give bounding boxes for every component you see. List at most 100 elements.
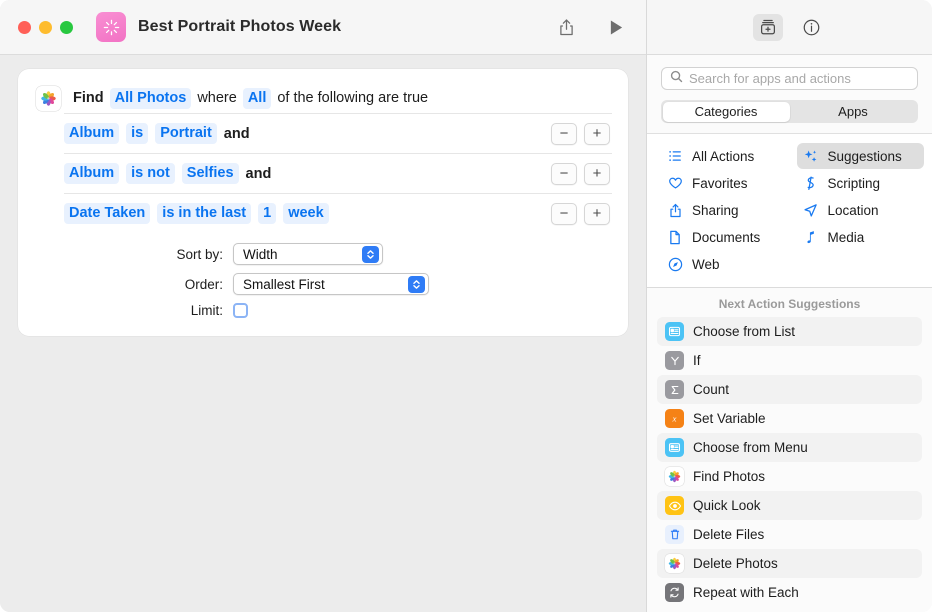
filter-value-token[interactable]: Selfies — [182, 163, 239, 184]
sidebar-item-all-actions[interactable]: All Actions — [661, 143, 789, 169]
list-item[interactable]: x Set Variable — [657, 404, 922, 433]
list-item[interactable]: Repeat with Each — [657, 578, 922, 607]
list-item-label: Choose from Menu — [693, 440, 808, 455]
row-buttons: − + — [551, 203, 610, 225]
table-row: Album is not Selfies and − + — [64, 153, 612, 193]
filter-tokens: Album is Portrait and — [64, 123, 551, 144]
match-token[interactable]: All — [243, 88, 272, 109]
list-item[interactable]: Count — [657, 375, 922, 404]
sidebar-item-scripting[interactable]: Scripting — [797, 170, 925, 196]
photos-icon — [665, 554, 684, 573]
limit-label: Limit: — [18, 303, 233, 318]
list-item[interactable]: Delete Photos — [657, 549, 922, 578]
filter-conjunction-label: and — [224, 126, 250, 142]
source-token[interactable]: All Photos — [110, 88, 192, 109]
where-label: where — [197, 90, 237, 106]
info-circle-icon[interactable] — [797, 14, 827, 41]
list-item[interactable]: Find Photos — [657, 462, 922, 491]
music-note-icon — [803, 230, 819, 245]
filter-value-token[interactable]: 1 — [258, 203, 276, 224]
category-column-left: All Actions Favorites — [647, 143, 797, 277]
sidebar-item-favorites[interactable]: Favorites — [661, 170, 789, 196]
remove-filter-button[interactable]: − — [551, 163, 577, 185]
list-item[interactable]: Choose from List — [657, 317, 922, 346]
page-title: Best Portrait Photos Week — [138, 18, 341, 36]
filter-operator-token[interactable]: is in the last — [157, 203, 251, 224]
editor-pane: Best Portrait Photos Week — [0, 0, 646, 612]
order-select[interactable]: Smallest First — [233, 273, 429, 295]
tab-categories[interactable]: Categories — [663, 102, 790, 122]
filter-tokens: Date Taken is in the last 1 week — [64, 203, 551, 224]
filter-attribute-token[interactable]: Date Taken — [64, 203, 150, 224]
sidebar-item-suggestions[interactable]: Suggestions — [797, 143, 925, 169]
sidebar-item-documents[interactable]: Documents — [661, 224, 789, 250]
find-photos-action-card[interactable]: Find All Photos where All of the followi… — [18, 69, 628, 336]
list-item-label: Count — [693, 382, 729, 397]
photos-icon — [665, 467, 684, 486]
add-filter-button[interactable]: + — [584, 123, 610, 145]
sidebar-item-media[interactable]: Media — [797, 224, 925, 250]
filter-value-token[interactable]: Portrait — [155, 123, 217, 144]
list-item[interactable]: Choose from Menu — [657, 433, 922, 462]
compass-icon — [667, 257, 683, 272]
editor-canvas: Find All Photos where All of the followi… — [0, 55, 646, 612]
order-line: Order: Smallest First — [18, 273, 628, 295]
share-button[interactable] — [550, 12, 582, 42]
sidebar-item-label: Web — [692, 257, 720, 272]
sidebar-item-web[interactable]: Web — [661, 251, 789, 277]
list-item-label: Find Photos — [693, 469, 765, 484]
sidebar-item-location[interactable]: Location — [797, 197, 925, 223]
remove-filter-button[interactable]: − — [551, 203, 577, 225]
share-icon — [667, 203, 683, 218]
scripting-icon — [803, 176, 819, 191]
list-item-label: If — [693, 353, 701, 368]
sidebar-item-label: Suggestions — [828, 149, 902, 164]
sidebar-item-sharing[interactable]: Sharing — [661, 197, 789, 223]
filter-operator-token[interactable]: is — [126, 123, 148, 144]
filter-operator-token[interactable]: is not — [126, 163, 175, 184]
close-button[interactable] — [18, 21, 31, 34]
suggestions-list[interactable]: Choose from List If Count — [647, 317, 932, 612]
list-item[interactable]: If — [657, 346, 922, 375]
sidebar-item-label: Location — [828, 203, 879, 218]
zoom-button[interactable] — [60, 21, 73, 34]
sort-by-select[interactable]: Width — [233, 243, 383, 265]
filter-attribute-token[interactable]: Album — [64, 163, 119, 184]
sort-by-line: Sort by: Width — [18, 243, 628, 265]
sidebar-item-label: Scripting — [828, 176, 881, 191]
count-icon — [665, 380, 684, 399]
find-statement: Find All Photos where All of the followi… — [73, 88, 428, 109]
window-titlebar: Best Portrait Photos Week — [0, 0, 646, 55]
search-placeholder: Search for apps and actions — [689, 71, 851, 86]
search-input[interactable]: Search for apps and actions — [661, 67, 918, 90]
condition-tail-label: of the following are true — [277, 90, 428, 106]
add-filter-button[interactable]: + — [584, 163, 610, 185]
trash-icon — [665, 525, 684, 544]
list-item-label: Repeat with Each — [693, 585, 799, 600]
tab-apps[interactable]: Apps — [790, 102, 917, 122]
list-item-label: Quick Look — [693, 498, 761, 513]
shortcuts-window: Best Portrait Photos Week — [0, 0, 932, 612]
category-column-right: Suggestions Scripting — [797, 143, 932, 277]
add-filter-button[interactable]: + — [584, 203, 610, 225]
limit-checkbox[interactable] — [233, 303, 248, 318]
list-item[interactable]: Quick Look — [657, 491, 922, 520]
list-item[interactable]: Delete Files — [657, 520, 922, 549]
minimize-button[interactable] — [39, 21, 52, 34]
sidebar-segmented-control: Categories Apps — [661, 100, 918, 123]
document-icon — [667, 230, 683, 245]
suggestions-header: Next Action Suggestions — [647, 288, 932, 317]
add-action-library-icon[interactable] — [753, 14, 783, 41]
list-item-label: Delete Files — [693, 527, 764, 542]
find-header-row: Find All Photos where All of the followi… — [18, 83, 628, 113]
run-button[interactable] — [600, 12, 632, 42]
remove-filter-button[interactable]: − — [551, 123, 577, 145]
order-value: Smallest First — [243, 277, 325, 292]
sort-options: Sort by: Width Order: — [18, 233, 628, 318]
choose-from-list-icon — [665, 322, 684, 341]
list-bullet-icon — [667, 149, 683, 163]
filter-attribute-token[interactable]: Album — [64, 123, 119, 144]
row-buttons: − + — [551, 163, 610, 185]
svg-text:x: x — [672, 414, 677, 424]
filter-unit-token[interactable]: week — [283, 203, 328, 224]
